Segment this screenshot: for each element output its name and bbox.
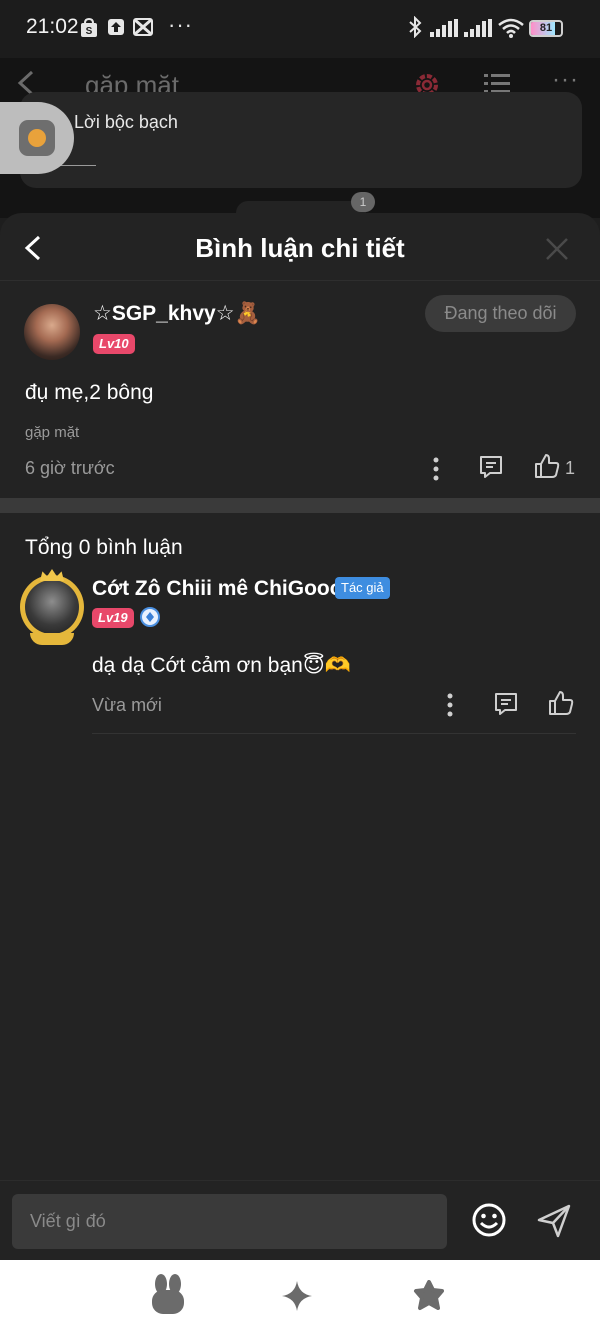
reply-text: dạ dạ Cớt cảm ơn bạn😇🫶 (92, 654, 351, 677)
reply-more-options-button[interactable] (442, 692, 458, 723)
like-count: 1 (565, 458, 576, 478)
avatar-frame-base (30, 633, 74, 645)
close-icon (546, 238, 568, 260)
star-blob-icon (414, 1280, 444, 1310)
crown-icon (40, 569, 64, 581)
background-screen: gặp mặt ··· Lời bộc bạch 1 (0, 58, 600, 221)
level-badge: Lv10 (93, 334, 135, 354)
svg-text:S: S (86, 26, 93, 37)
comment-total: Tổng 0 bình luận (25, 536, 183, 559)
section-divider (0, 498, 600, 513)
shopping-bag-icon: S (80, 17, 98, 43)
reply-timestamp: Vừa mới (92, 695, 162, 715)
verified-badge-icon (140, 607, 160, 627)
nav-discover-button[interactable] (281, 1280, 313, 1317)
nav-home-button[interactable] (150, 1274, 186, 1321)
close-button[interactable] (545, 237, 569, 266)
comment-button[interactable] (478, 454, 504, 485)
signal-icon-2 (464, 19, 492, 42)
count-badge: 1 (351, 192, 375, 212)
wifi-icon (498, 18, 524, 43)
following-button[interactable]: Đang theo dõi (425, 295, 576, 332)
author-tag: Tác giả (335, 577, 390, 599)
thumbs-up-icon (549, 691, 574, 715)
signal-icon (430, 19, 458, 42)
app-notification-icon (133, 18, 153, 41)
send-button[interactable] (536, 1203, 572, 1244)
comment-icon (480, 456, 502, 478)
emoji-button[interactable] (471, 1202, 507, 1243)
reply-like-button[interactable] (547, 689, 575, 722)
bunny-icon (152, 1274, 184, 1314)
floating-widget (0, 102, 74, 174)
coin-app-icon (19, 120, 55, 156)
level-badge: Lv19 (92, 608, 134, 628)
comment-detail-sheet: Bình luận chi tiết ☆SGP_khvy☆🧸 Lv10 Đang… (0, 213, 600, 1333)
bottom-navigation (0, 1260, 600, 1333)
battery-level: 81 (539, 22, 553, 34)
send-icon (537, 1204, 571, 1238)
avatar[interactable] (24, 304, 80, 360)
emoji-icon (472, 1203, 506, 1237)
reply-divider (92, 733, 576, 734)
sheet-header: Bình luận chi tiết (0, 213, 600, 281)
battery-indicator: 81 (529, 20, 563, 37)
comment-icon (495, 693, 517, 715)
bluetooth-icon (408, 15, 422, 43)
more-horizontal-icon: ··· (552, 66, 579, 93)
more-options-button[interactable] (428, 456, 444, 487)
post-timestamp: 6 giờ trước (25, 458, 115, 478)
more-vertical-icon (447, 693, 453, 717)
post-text: đụ mẹ,2 bông (25, 381, 154, 404)
reply-comment-button[interactable] (493, 691, 519, 722)
avatar[interactable] (25, 580, 79, 634)
more-notifications: ··· (168, 12, 193, 37)
reply-username[interactable]: Cớt Zô Chiii mê ChiGooo (92, 577, 343, 601)
post-username[interactable]: ☆SGP_khvy☆🧸 (93, 301, 261, 326)
sparkle-icon (282, 1281, 312, 1311)
sheet-title: Bình luận chi tiết (195, 233, 405, 263)
status-bar: 21:02 S ··· 81 (0, 0, 600, 58)
upload-icon (107, 18, 125, 41)
background-card (20, 92, 582, 188)
nav-profile-button[interactable] (413, 1280, 445, 1317)
post-topic[interactable]: gặp mặt (25, 424, 79, 441)
comment-input-bar (0, 1180, 600, 1260)
more-vertical-icon (433, 457, 439, 481)
thumbs-up-icon (535, 454, 560, 478)
like-button[interactable] (533, 452, 561, 485)
background-card-title: Lời bộc bạch (74, 112, 178, 132)
comment-input[interactable] (12, 1194, 447, 1249)
status-time: 21:02 (26, 15, 79, 38)
